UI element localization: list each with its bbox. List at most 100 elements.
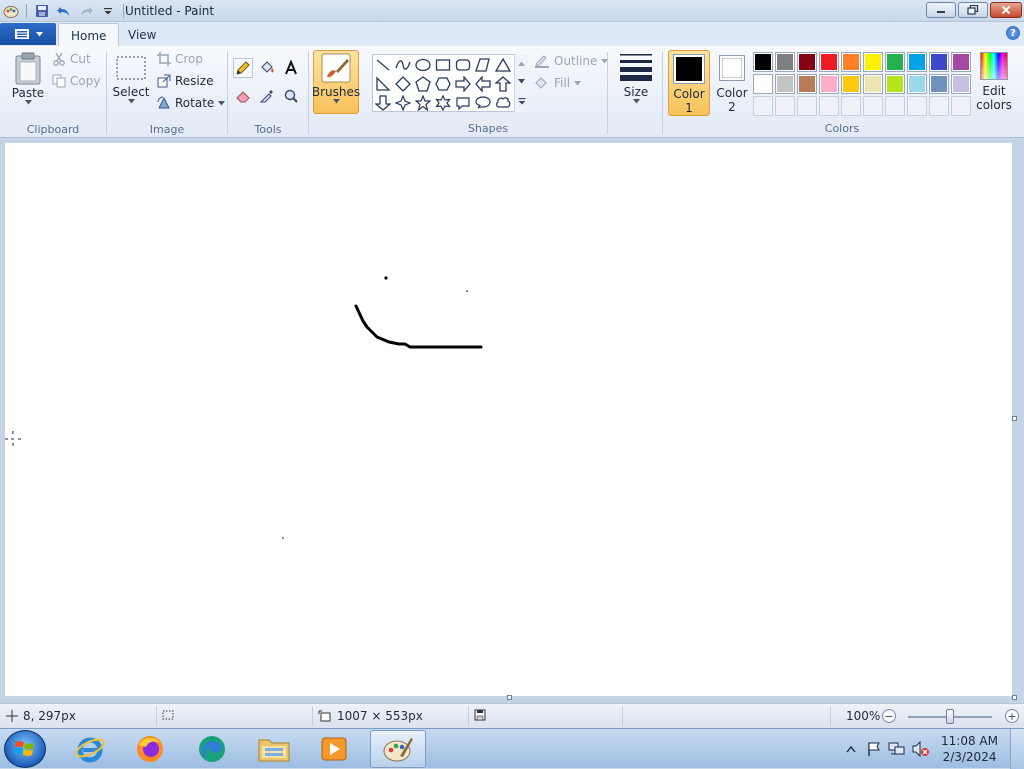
custom-color-slot[interactable] xyxy=(885,96,905,116)
shape-outline-button[interactable]: Outline xyxy=(534,54,609,68)
palette-color-swatch[interactable] xyxy=(907,52,927,72)
taskbar-file-explorer[interactable] xyxy=(246,730,302,768)
palette-color-swatch[interactable] xyxy=(797,52,817,72)
close-button[interactable] xyxy=(990,2,1022,18)
drawing-canvas[interactable] xyxy=(5,143,1012,696)
palette-color-swatch[interactable] xyxy=(797,74,817,94)
clock[interactable]: 11:08 AM 2/3/2024 xyxy=(941,733,998,765)
pentagon-shape[interactable] xyxy=(414,75,432,93)
taskbar-paint[interactable] xyxy=(370,730,426,768)
oval-shape[interactable] xyxy=(414,56,432,74)
rectangle-shape[interactable] xyxy=(434,56,452,74)
palette-color-swatch[interactable] xyxy=(841,74,861,94)
palette-color-swatch[interactable] xyxy=(863,74,883,94)
taskbar-media-player[interactable] xyxy=(306,730,362,768)
resize-handle-corner[interactable] xyxy=(1012,695,1017,700)
five-point-star-shape[interactable] xyxy=(414,94,432,112)
resize-button[interactable]: Resize xyxy=(157,74,213,88)
palette-color-swatch[interactable] xyxy=(885,74,905,94)
shape-fill-button[interactable]: Fill xyxy=(534,76,582,90)
palette-color-swatch[interactable] xyxy=(819,74,839,94)
crop-button[interactable]: Crop xyxy=(157,52,203,66)
network-icon[interactable] xyxy=(888,741,906,757)
custom-color-slot[interactable] xyxy=(797,96,817,116)
palette-color-swatch[interactable] xyxy=(951,74,971,94)
down-arrow-shape[interactable] xyxy=(374,94,392,112)
polygon-shape[interactable] xyxy=(474,56,492,74)
taskbar-firefox[interactable] xyxy=(122,730,178,768)
scroll-up-icon[interactable] xyxy=(518,61,525,66)
custom-color-slot[interactable] xyxy=(863,96,883,116)
fill-tool[interactable] xyxy=(257,58,277,78)
show-hidden-icons-icon[interactable] xyxy=(846,745,856,753)
magnifier-tool[interactable] xyxy=(281,86,301,106)
custom-color-slot[interactable] xyxy=(775,96,795,116)
zoom-in-button[interactable]: + xyxy=(1005,709,1019,723)
minimize-button[interactable] xyxy=(926,2,956,18)
brushes-button[interactable]: Brushes xyxy=(312,50,360,114)
customize-qat-icon[interactable] xyxy=(99,2,117,20)
start-button[interactable] xyxy=(4,730,46,768)
palette-color-swatch[interactable] xyxy=(819,52,839,72)
file-menu-button[interactable] xyxy=(0,23,56,45)
zoom-out-button[interactable]: − xyxy=(882,709,896,723)
custom-color-slot[interactable] xyxy=(819,96,839,116)
restore-button[interactable] xyxy=(958,2,988,18)
taskbar-internet-explorer[interactable] xyxy=(62,730,118,768)
tab-view[interactable]: View xyxy=(116,23,168,46)
line-shape[interactable] xyxy=(374,56,392,74)
edit-colors-button[interactable]: Edit colors xyxy=(976,52,1012,112)
up-arrow-shape[interactable] xyxy=(494,75,512,93)
palette-color-swatch[interactable] xyxy=(753,74,773,94)
taskbar-edge[interactable] xyxy=(184,730,240,768)
oval-callout-shape[interactable] xyxy=(474,94,492,112)
triangle-shape[interactable] xyxy=(494,56,512,74)
undo-icon[interactable] xyxy=(55,2,73,20)
copy-button[interactable]: Copy xyxy=(52,74,100,88)
color1-button[interactable]: Color 1 xyxy=(668,50,710,116)
right-arrow-shape[interactable] xyxy=(454,75,472,93)
palette-color-swatch[interactable] xyxy=(841,52,861,72)
color2-button[interactable]: Color 2 xyxy=(713,55,751,114)
palette-color-swatch[interactable] xyxy=(907,74,927,94)
left-arrow-shape[interactable] xyxy=(474,75,492,93)
tab-home[interactable]: Home xyxy=(58,23,120,46)
zoom-slider-thumb[interactable] xyxy=(946,709,954,724)
custom-color-slot[interactable] xyxy=(841,96,861,116)
color-picker-tool[interactable] xyxy=(257,86,277,106)
expand-gallery-icon[interactable] xyxy=(518,97,526,105)
six-point-star-shape[interactable] xyxy=(434,94,452,112)
paste-button[interactable]: Paste xyxy=(8,52,48,105)
redo-icon[interactable] xyxy=(77,2,95,20)
custom-color-slot[interactable] xyxy=(753,96,773,116)
resize-handle-right[interactable] xyxy=(1012,416,1017,421)
palette-color-swatch[interactable] xyxy=(951,52,971,72)
help-icon[interactable]: ? xyxy=(1006,26,1020,40)
volume-muted-icon[interactable] xyxy=(912,741,930,757)
custom-color-slot[interactable] xyxy=(929,96,949,116)
action-center-flag-icon[interactable] xyxy=(866,741,882,757)
resize-handle-bottom[interactable] xyxy=(507,695,512,700)
paint-app-icon[interactable] xyxy=(2,2,20,20)
custom-color-slot[interactable] xyxy=(951,96,971,116)
cut-button[interactable]: Cut xyxy=(52,52,91,66)
cloud-callout-shape[interactable] xyxy=(494,94,512,112)
four-point-star-shape[interactable] xyxy=(394,94,412,112)
rotate-button[interactable]: Rotate xyxy=(157,96,226,110)
palette-color-swatch[interactable] xyxy=(753,52,773,72)
scroll-down-icon[interactable] xyxy=(518,78,525,84)
size-button[interactable]: Size xyxy=(616,52,656,104)
right-triangle-shape[interactable] xyxy=(374,75,392,93)
palette-color-swatch[interactable] xyxy=(885,52,905,72)
palette-color-swatch[interactable] xyxy=(929,52,949,72)
custom-color-slot[interactable] xyxy=(907,96,927,116)
show-desktop-button[interactable] xyxy=(1010,729,1024,769)
palette-color-swatch[interactable] xyxy=(863,52,883,72)
rounded-callout-shape[interactable] xyxy=(454,94,472,112)
save-icon[interactable] xyxy=(33,2,51,20)
palette-color-swatch[interactable] xyxy=(775,74,795,94)
curve-shape[interactable] xyxy=(394,56,412,74)
eraser-tool[interactable] xyxy=(233,86,253,106)
shapes-gallery-scroll[interactable] xyxy=(514,54,528,112)
select-button[interactable]: Select xyxy=(112,54,150,104)
